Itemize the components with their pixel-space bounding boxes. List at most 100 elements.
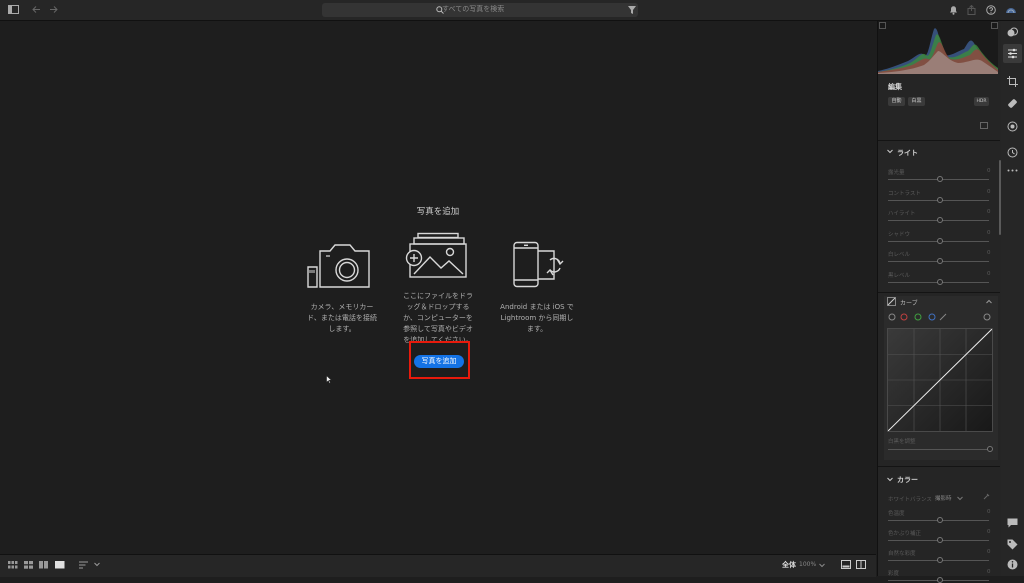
slider-value[interactable]: 0 [987, 189, 991, 195]
share-icon[interactable] [967, 5, 976, 15]
black-white-button[interactable]: 白黒 [908, 97, 925, 106]
blue-channel-icon [928, 313, 936, 321]
curve-slider-label: 白黒を調整 [888, 439, 916, 445]
slider-value[interactable]: 0 [987, 271, 991, 277]
slider-value[interactable]: 0 [987, 250, 991, 256]
help-icon[interactable] [986, 5, 996, 15]
add-photo-button[interactable]: 写真を追加 [414, 355, 464, 368]
red-channel-icon [900, 313, 908, 321]
hdr-button[interactable]: HDR [974, 97, 989, 106]
sort-chevron-icon[interactable] [94, 562, 100, 567]
wb-chevron-icon[interactable] [957, 496, 963, 501]
curve-channel-selector [888, 313, 998, 321]
slider-label: ハイライト [888, 211, 916, 217]
white-balance-select[interactable]: 撮影時 [935, 494, 952, 502]
slider-thumb[interactable] [937, 258, 943, 264]
slider-value[interactable]: 0 [987, 509, 991, 515]
slider-thumb[interactable] [937, 217, 943, 223]
slider-thumb[interactable] [937, 176, 943, 182]
slider-thumb[interactable] [937, 196, 943, 203]
histogram [878, 21, 998, 74]
green-channel-icon [914, 313, 922, 321]
slider-thumb[interactable] [937, 537, 943, 543]
zoom-value[interactable]: 100% [799, 561, 816, 568]
panel-divider [878, 292, 1000, 293]
empty-state-title: 写真を追加 [416, 207, 460, 217]
slider-value[interactable]: 0 [987, 569, 991, 575]
info-overlay-icon[interactable] [841, 560, 851, 569]
main-area [0, 21, 876, 554]
slider-thumb[interactable] [937, 557, 943, 563]
color-collapse-chevron-icon[interactable] [887, 477, 893, 482]
slider-thumb[interactable] [937, 517, 943, 523]
curve-slider-track[interactable] [888, 449, 989, 450]
mobile-sync-caption: Android または iOS で Lightroom から同期します。 [500, 303, 574, 333]
sort-icon[interactable] [79, 561, 89, 569]
grid-icon[interactable] [24, 561, 34, 569]
info-icon[interactable] [1007, 559, 1018, 570]
profile-browser-icon[interactable] [980, 122, 988, 129]
highlight-clipping-toggle[interactable] [991, 22, 998, 29]
white-balance-label: ホワイトバランス [888, 497, 932, 503]
slider-thumb[interactable] [937, 577, 943, 583]
slider-label: 露光量 [888, 170, 905, 176]
healing-brush-icon[interactable] [1007, 98, 1018, 109]
slider-label: 白レベル [888, 252, 911, 258]
slider-value[interactable]: 0 [987, 209, 991, 215]
search-bar[interactable]: すべての写真を検索 [322, 3, 638, 17]
small-grid-icon[interactable] [8, 561, 18, 569]
drag-drop-caption: ここにファイルをドラッグ＆ドロップするか、コンピューターを参照して写真やビデオを… [403, 292, 473, 344]
square-grid-icon[interactable] [39, 561, 49, 569]
slider-label: 自然な彩度 [888, 551, 916, 557]
edit-panel-title: 編集 [888, 83, 902, 91]
light-collapse-chevron-icon[interactable] [887, 149, 893, 154]
image-stack-icon [405, 232, 469, 280]
bottom-toolbar: 全体 100% [0, 554, 876, 577]
comments-icon[interactable] [1007, 518, 1018, 528]
cloud-sync-icon[interactable] [1004, 3, 1018, 15]
bell-icon[interactable] [949, 5, 958, 15]
panel-divider [878, 466, 1000, 467]
zoom-chevron-icon[interactable] [819, 563, 825, 568]
single-view-icon[interactable] [55, 561, 65, 569]
panel-divider [878, 140, 1000, 141]
slider-value[interactable]: 0 [987, 168, 991, 174]
zoom-fit-label[interactable]: 全体 [782, 560, 796, 570]
sliders-icon [1008, 48, 1017, 59]
sidebar-toggle-icon[interactable] [8, 5, 19, 14]
slider-label: シャドウ [888, 231, 911, 238]
history-icon[interactable] [1007, 147, 1018, 158]
shadow-clipping-toggle[interactable] [879, 22, 886, 29]
compare-view-icon[interactable] [856, 560, 866, 569]
color-section-header[interactable]: カラー [897, 475, 918, 485]
back-arrow-icon[interactable] [32, 5, 41, 14]
light-section-header[interactable]: ライト [897, 148, 918, 158]
curve-collapse-icon[interactable] [986, 299, 992, 304]
slider-value[interactable]: 0 [987, 549, 991, 555]
mobile-sync-icon [512, 241, 566, 289]
more-options-icon[interactable] [1007, 168, 1018, 173]
presets-icon[interactable] [1007, 27, 1018, 38]
tone-curve-graph[interactable] [887, 328, 993, 432]
camera-caption: カメラ、メモリカード、または電話を接続します。 [307, 303, 377, 333]
slider-thumb[interactable] [937, 237, 943, 244]
slider-value[interactable]: 0 [987, 230, 991, 236]
tag-icon[interactable] [1007, 539, 1018, 550]
curve-icon[interactable] [887, 297, 896, 306]
auto-button[interactable]: 自動 [888, 97, 905, 106]
eyedropper-icon[interactable] [983, 493, 990, 500]
slider-label: 黒レベル [888, 272, 911, 279]
slider-value[interactable]: 0 [987, 529, 991, 535]
camera-icon [306, 243, 372, 289]
edit-tool-button[interactable] [1003, 44, 1022, 63]
crop-icon[interactable] [1007, 76, 1018, 87]
parametric-curve-icon [888, 313, 896, 321]
slider-thumb[interactable] [937, 278, 943, 285]
curve-slider-thumb[interactable] [987, 446, 993, 452]
filter-icon[interactable] [628, 6, 636, 14]
search-input[interactable]: すべての写真を検索 [442, 4, 504, 14]
top-bar: すべての写真を検索 [0, 0, 1024, 21]
mouse-cursor-icon [326, 375, 332, 384]
forward-arrow-icon[interactable] [49, 5, 58, 14]
masking-icon[interactable] [1007, 121, 1018, 132]
